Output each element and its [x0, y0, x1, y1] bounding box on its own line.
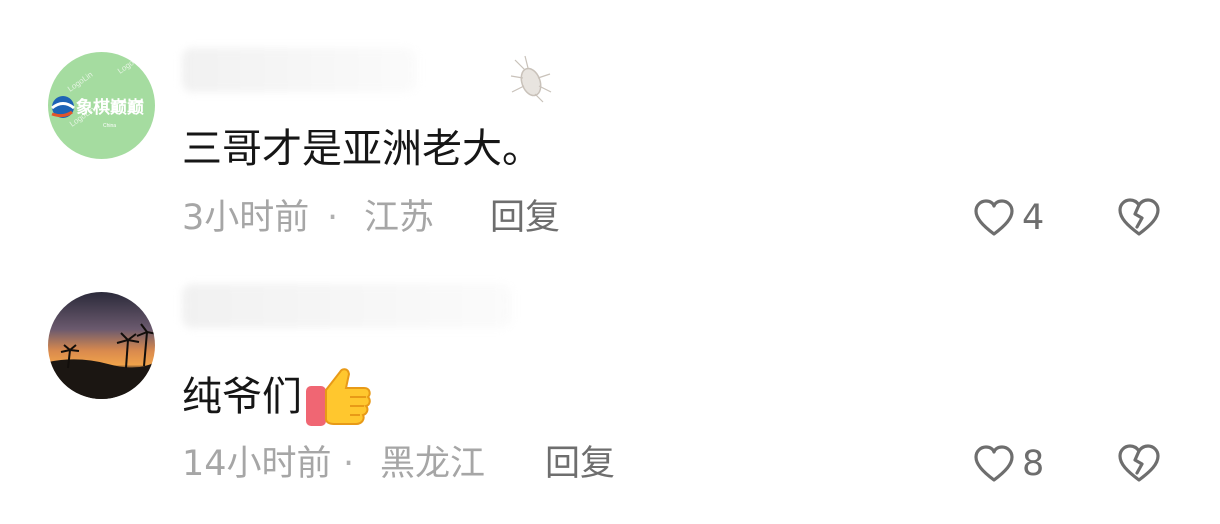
like-count: 4	[1022, 198, 1045, 238]
username-blurred[interactable]	[182, 48, 417, 92]
comment-text-content: 纯爷们	[182, 374, 302, 420]
avatar[interactable]	[48, 292, 155, 399]
comment-text: 三哥才是亚洲老大。	[182, 124, 542, 174]
comment-time: 3小时前	[182, 198, 310, 238]
meta-separator: ·	[327, 198, 339, 238]
avatar-logo-text: 象棋巅巅	[76, 97, 144, 118]
comment-text: 纯爷们	[182, 364, 372, 430]
comment-location: 江苏	[364, 198, 435, 238]
heart-outline-icon	[974, 445, 1014, 482]
like-count: 8	[1022, 444, 1045, 484]
username-blurred[interactable]	[182, 284, 512, 328]
heart-outline-icon	[974, 199, 1014, 236]
avatar[interactable]: LogoLin LogoLin LogoLin 象棋巅巅 China	[48, 52, 155, 159]
broken-heart-icon[interactable]	[1116, 442, 1162, 484]
comment-item: LogoLin LogoLin LogoLin 象棋巅巅 China 三哥才是亚…	[0, 0, 1220, 262]
svg-text:China: China	[103, 123, 116, 129]
reply-button[interactable]: 回复	[490, 196, 560, 240]
like-button[interactable]: 8	[972, 442, 1044, 486]
meta-separator: ·	[343, 444, 355, 484]
sunset-palm-avatar-icon	[48, 292, 155, 399]
thumbs-up-icon	[306, 368, 371, 426]
reply-button[interactable]: 回复	[545, 442, 615, 486]
comment-time: 14小时前	[182, 444, 332, 484]
broken-heart-icon[interactable]	[1116, 196, 1162, 238]
comment-location: 黑龙江	[380, 444, 486, 484]
bug-badge-icon	[510, 55, 552, 103]
like-button[interactable]: 4	[972, 196, 1044, 240]
comment-item: 纯爷们 14小时前 · 黑龙江 回复 8	[0, 262, 1220, 524]
chess-logo-avatar-icon: LogoLin LogoLin LogoLin 象棋巅巅 China	[48, 52, 155, 159]
comment-text-content: 三哥才是亚洲老大。	[182, 126, 542, 172]
